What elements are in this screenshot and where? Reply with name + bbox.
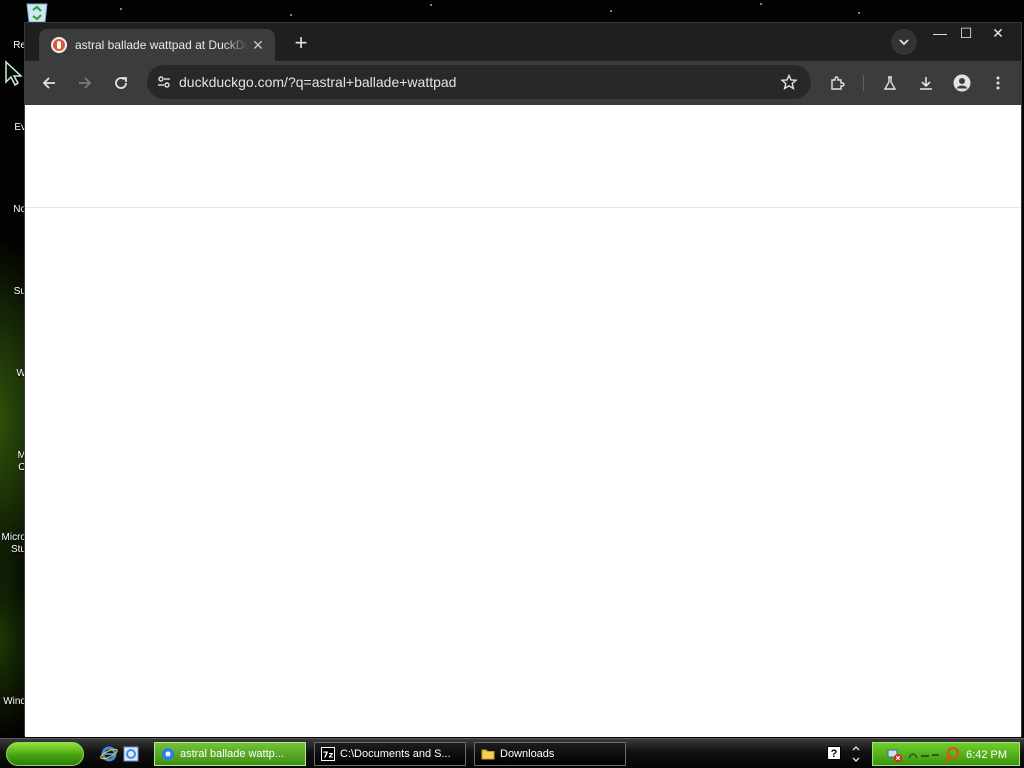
- start-button[interactable]: [6, 742, 84, 766]
- tab-search-button[interactable]: [891, 29, 917, 55]
- desktop-icon-label[interactable]: Micro: [0, 532, 26, 544]
- ie-page-icon[interactable]: [122, 745, 140, 763]
- desktop-icon-label[interactable]: M: [0, 450, 26, 462]
- chrome-icon: [162, 748, 174, 760]
- desktop-icon-label[interactable]: No: [0, 204, 26, 216]
- bookmark-button[interactable]: [775, 68, 803, 96]
- folder-icon: [481, 749, 495, 760]
- recycle-bin-icon[interactable]: [24, 2, 50, 22]
- desktop-icon-label[interactable]: Su: [0, 286, 26, 298]
- taskbar-button-label: Downloads: [500, 748, 555, 760]
- tab-title: astral ballade wattpad at DuckDuckGo: [75, 38, 249, 52]
- url-text[interactable]: duckduckgo.com/?q=astral+ballade+wattpad: [179, 65, 456, 99]
- taskbar-button-browser[interactable]: astral ballade wattp...: [154, 742, 306, 766]
- forward-button[interactable]: [71, 69, 99, 97]
- reload-button[interactable]: [107, 69, 135, 97]
- star-decoration: [290, 14, 292, 16]
- desktop-icon-label[interactable]: Wind: [0, 696, 26, 708]
- desktop-icon-label[interactable]: Stu: [0, 544, 26, 556]
- taskbar-button-downloads[interactable]: Downloads: [474, 742, 626, 766]
- svg-text:7z: 7z: [323, 751, 334, 760]
- star-icon: [781, 74, 797, 90]
- clock[interactable]: 6:42 PM: [966, 743, 1007, 767]
- desktop-icon-label[interactable]: O: [0, 462, 26, 474]
- taskbar-button-label: C:\Documents and S...: [340, 748, 451, 760]
- back-button[interactable]: [35, 69, 63, 97]
- maximize-button[interactable]: ☐: [951, 23, 981, 43]
- downloads-button[interactable]: [912, 69, 940, 97]
- star-decoration: [120, 8, 122, 10]
- browser-toolbar: duckduckgo.com/?q=astral+ballade+wattpad: [25, 61, 1021, 105]
- toolbar-separator: [863, 75, 864, 91]
- tray-status-icons[interactable]: [907, 748, 941, 762]
- desktop-icon-label[interactable]: Re: [0, 40, 26, 52]
- tab-close-icon[interactable]: ✕: [249, 36, 267, 54]
- flask-icon: [883, 76, 897, 90]
- tab-strip: astral ballade wattpad at DuckDuckGo ✕ +…: [25, 23, 1021, 61]
- system-tray: 6:42 PM: [872, 742, 1020, 766]
- taskbar: astral ballade wattp... 7z C:\Documents …: [0, 738, 1024, 768]
- arrow-right-icon: [79, 77, 92, 89]
- duckduckgo-favicon-icon: [51, 37, 67, 53]
- address-bar[interactable]: duckduckgo.com/?q=astral+ballade+wattpad: [147, 65, 811, 99]
- reload-icon: [115, 77, 127, 89]
- page-content[interactable]: [25, 105, 1021, 737]
- mouse-cursor-icon: [5, 60, 22, 86]
- menu-button[interactable]: [984, 69, 1012, 97]
- taskbar-button-7zip[interactable]: 7z C:\Documents and S...: [314, 742, 466, 766]
- site-info-button[interactable]: [151, 69, 177, 95]
- more-vertical-icon: [996, 76, 1000, 90]
- star-decoration: [610, 10, 612, 12]
- labs-button[interactable]: [876, 69, 904, 97]
- new-tab-button[interactable]: +: [287, 31, 315, 57]
- profile-button[interactable]: [948, 69, 976, 97]
- desktop-icon-label[interactable]: Ev: [0, 122, 26, 134]
- network-warning-icon[interactable]: [887, 747, 903, 763]
- taskbar-button-label: astral ballade wattp...: [180, 748, 284, 760]
- header-divider: [25, 207, 1021, 208]
- puzzle-icon: [831, 76, 845, 90]
- close-button[interactable]: ✕: [983, 23, 1013, 43]
- help-icon[interactable]: ?: [827, 746, 841, 760]
- download-icon: [920, 77, 932, 90]
- desktop-icon-label[interactable]: W: [0, 368, 26, 380]
- star-decoration: [858, 12, 860, 14]
- 7zip-icon: 7z: [321, 747, 335, 761]
- browser-window: astral ballade wattpad at DuckDuckGo ✕ +…: [24, 22, 1022, 737]
- internet-explorer-icon[interactable]: [100, 745, 118, 763]
- arrow-left-icon: [42, 77, 55, 89]
- tune-icon: [158, 76, 170, 88]
- tray-expand-icon[interactable]: [850, 745, 862, 763]
- avatar-icon: [953, 74, 971, 92]
- star-decoration: [760, 3, 762, 5]
- search-icon[interactable]: [943, 746, 961, 764]
- extensions-button[interactable]: [823, 69, 851, 97]
- tab-active[interactable]: astral ballade wattpad at DuckDuckGo ✕: [39, 29, 275, 61]
- star-decoration: [430, 4, 432, 6]
- chevron-down-icon: [899, 39, 909, 46]
